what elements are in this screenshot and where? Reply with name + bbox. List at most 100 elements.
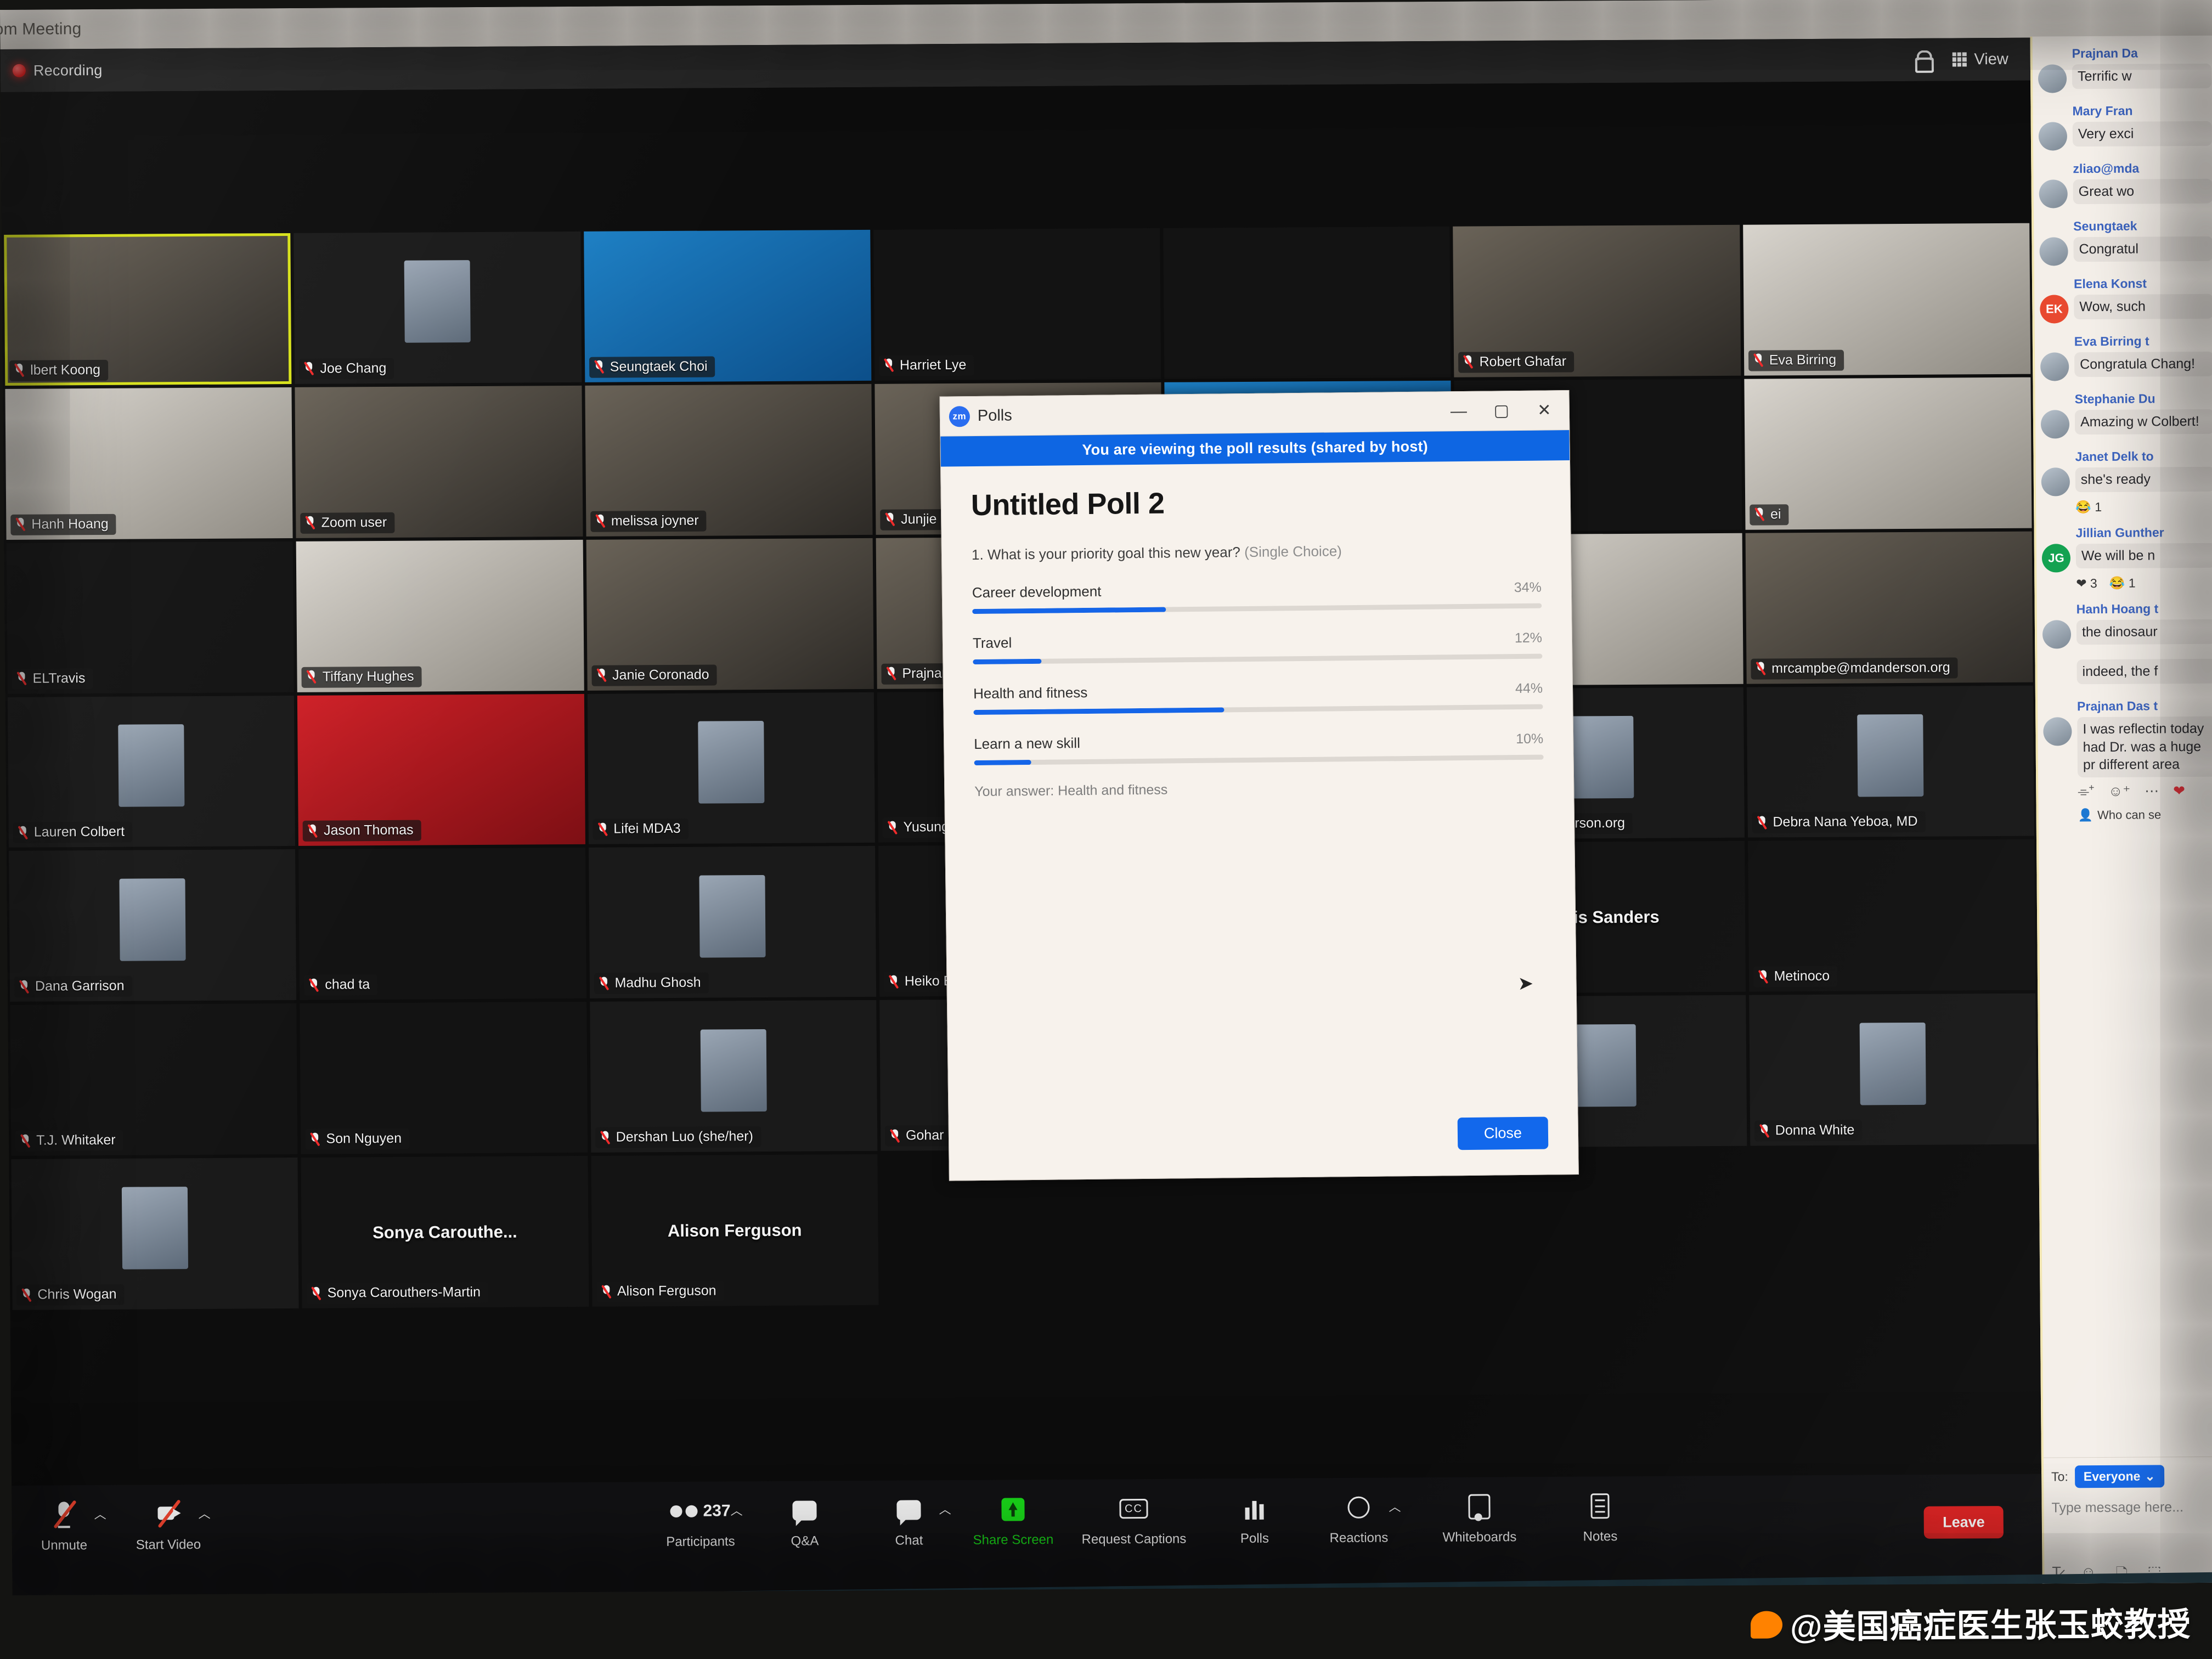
chat-message-list[interactable]: Prajnan Da Terrific w Mary Fran Very exci zl…: [2032, 36, 2212, 1458]
participant-tile[interactable]: Alison Ferguson Alison Ferguson: [591, 1154, 879, 1307]
start-video-button[interactable]: Start Video ︿: [116, 1485, 221, 1553]
chat-button[interactable]: Chat ︿: [856, 1480, 961, 1549]
chat-panel[interactable]: Prajnan Da Terrific w Mary Fran Very exci zl…: [2030, 35, 2212, 1595]
participant-tile[interactable]: Dana Garrison: [9, 849, 297, 1002]
participant-tile[interactable]: Robert Ghafar: [1453, 224, 1741, 377]
reactions-button[interactable]: Reactions ︿: [1306, 1477, 1411, 1546]
participant-tile[interactable]: melissa joyner: [584, 383, 873, 537]
participant-tile[interactable]: Joe Chang: [294, 231, 582, 384]
participants-caret-icon[interactable]: ︿: [730, 1501, 742, 1519]
avatar: [1857, 714, 1924, 797]
participant-tile[interactable]: Dershan Luo (she/her): [589, 1000, 878, 1153]
chat-message[interactable]: Janet Delk to she's ready 😂 1: [2041, 449, 2212, 515]
mic-muted-icon: [889, 1128, 900, 1143]
close-icon[interactable]: ✕: [1522, 394, 1566, 427]
participants-button[interactable]: 237 Participants ︿: [648, 1481, 753, 1550]
participant-tile[interactable]: [1163, 226, 1451, 379]
reactions-caret-icon[interactable]: ︿: [1389, 1497, 1401, 1515]
request-captions-button[interactable]: CC Request Captions: [1065, 1479, 1203, 1547]
polls-dialog[interactable]: zm Polls — ▢ ✕ You are viewing the poll …: [939, 390, 1579, 1181]
participant-tile[interactable]: Jason Thomas: [297, 693, 585, 847]
participant-tile[interactable]: Sonya Carouthe... Sonya Carouthers-Martin: [301, 1156, 589, 1308]
video-options-caret-icon[interactable]: ︿: [198, 1504, 210, 1522]
participant-name: lbert Koong: [30, 362, 101, 378]
polls-button[interactable]: Polls: [1202, 1478, 1307, 1547]
participant-tile[interactable]: Debra Nana Yeboa, MD: [1746, 685, 2034, 838]
chat-message[interactable]: Jillian Gunther JG We will be n ❤ 3 😂 1: [2041, 525, 2212, 591]
chat-message-sender: Stephanie Du: [2074, 391, 2155, 407]
chat-message[interactable]: Stephanie Du Amazing w Colbert!: [2040, 391, 2212, 439]
avatar: [2038, 122, 2068, 151]
participant-name: Janie Coronado: [612, 667, 709, 683]
chat-message-tools[interactable]: ⌯⁺ ☺⁺ ⋯ ❤: [2078, 782, 2212, 800]
reaction-badge[interactable]: ❤ 3: [2076, 576, 2097, 591]
heart-reaction-icon[interactable]: ❤: [2173, 782, 2185, 799]
share-screen-label: Share Screen: [973, 1532, 1054, 1548]
participant-tile[interactable]: Eva Birring: [1742, 223, 2031, 376]
audio-options-caret-icon[interactable]: ︿: [94, 1505, 106, 1522]
chat-message[interactable]: Elena Konst EK Wow, such: [2040, 276, 2212, 324]
participant-namebar: Son Nguyen: [305, 1128, 410, 1150]
weibo-watermark: @美国癌症医生张玉蛟教授: [1751, 1598, 2191, 1649]
participant-tile[interactable]: Son Nguyen: [300, 1002, 588, 1155]
leave-button[interactable]: Leave: [1923, 1506, 2004, 1539]
chat-message[interactable]: Hanh Hoang t the dinosaur: [2042, 601, 2212, 649]
participant-tile[interactable]: mrcampbe@mdanderson.org: [1745, 531, 2033, 684]
qa-button[interactable]: Q&A: [752, 1481, 857, 1549]
chat-message[interactable]: zliao@mda Great wo: [2039, 161, 2212, 208]
chat-message-reactions[interactable]: 😂 1: [2075, 499, 2212, 515]
poll-close-button[interactable]: Close: [1457, 1116, 1549, 1150]
share-screen-button[interactable]: Share Screen: [961, 1480, 1065, 1548]
chat-message-text: We will be n: [2075, 543, 2212, 568]
participant-name: Donna White: [1775, 1122, 1855, 1138]
chat-message-reactions[interactable]: ❤ 3 😂 1: [2076, 575, 2212, 591]
participant-tile[interactable]: Janie Coronado: [586, 538, 874, 691]
participant-tile[interactable]: Madhu Ghosh: [588, 846, 877, 999]
chat-message-text: Amazing w Colbert!: [2074, 409, 2212, 435]
participant-tile[interactable]: chad ta: [298, 848, 586, 1001]
participant-tile[interactable]: Zoom user: [295, 385, 583, 538]
participant-tile[interactable]: Metinoco: [1747, 839, 2036, 992]
maximize-icon[interactable]: ▢: [1480, 394, 1523, 427]
mic-muted-icon: [1759, 1124, 1770, 1138]
chat-message-sender: Elena Konst: [2073, 276, 2147, 291]
participant-tile[interactable]: Harriet Lye: [873, 228, 1161, 381]
reply-icon[interactable]: ⌯⁺: [2078, 783, 2094, 800]
participant-tile[interactable]: Chris Wogan: [11, 1158, 299, 1310]
chat-message[interactable]: Mary Fran Very exci: [2038, 103, 2212, 151]
unmute-button[interactable]: Unmute ︿: [12, 1485, 116, 1554]
participant-tile[interactable]: T.J. Whitaker: [10, 1003, 298, 1156]
participant-tile[interactable]: ELTravis: [6, 541, 295, 694]
participant-namebar: ei: [1749, 504, 1789, 526]
participant-tile[interactable]: Tiffany Hughes: [296, 539, 584, 692]
chat-message[interactable]: Eva Birring t Congratula Chang!: [2040, 334, 2212, 381]
participant-tile[interactable]: Seungtaek Choi: [583, 229, 872, 382]
participant-tile[interactable]: ei: [1744, 377, 2032, 530]
chat-recipient-dropdown[interactable]: Everyone ⌄: [2074, 1465, 2164, 1488]
add-reaction-icon[interactable]: ☺⁺: [2108, 783, 2131, 800]
monitor-screen: Zoom Meeting Recording View ◀ ▶ 1/5 1/5 …: [0, 0, 2212, 1595]
screen-photograph: Zoom Meeting Recording View ◀ ▶ 1/5 1/5 …: [0, 0, 2212, 1659]
view-button[interactable]: View: [1952, 50, 2008, 69]
more-options-icon[interactable]: ⋯: [2145, 782, 2159, 799]
chat-message[interactable]: Prajnan Das t I was reflectin today had D…: [2043, 698, 2212, 822]
chat-message-sender: Hanh Hoang t: [2076, 601, 2159, 617]
participant-tile[interactable]: Hanh Hoang: [5, 387, 293, 540]
chat-message[interactable]: Seungtaek Congratul: [2039, 218, 2212, 266]
participant-tile[interactable]: lbert Koong: [4, 233, 292, 386]
reaction-badge[interactable]: 😂 1: [2109, 576, 2136, 591]
chat-message[interactable]: indeed, the f: [2042, 658, 2212, 689]
chat-input-placeholder[interactable]: Type message here...: [2051, 1499, 2212, 1516]
minimize-icon[interactable]: —: [1437, 394, 1480, 428]
chat-caret-icon[interactable]: ︿: [939, 1500, 951, 1517]
participant-tile[interactable]: Donna White: [1748, 993, 2037, 1146]
participant-name: Debra Nana Yeboa, MD: [1773, 814, 1918, 830]
notes-button[interactable]: Notes: [1548, 1476, 1652, 1545]
reaction-badge[interactable]: 😂 1: [2075, 500, 2102, 515]
who-can-see-notice[interactable]: 👤 Who can se: [2078, 807, 2212, 822]
encryption-shield-icon[interactable]: [1914, 50, 1930, 69]
participant-tile[interactable]: Lauren Colbert: [7, 695, 296, 848]
participant-tile[interactable]: Lifei MDA3: [587, 692, 875, 845]
whiteboards-button[interactable]: Whiteboards: [1410, 1477, 1548, 1545]
chat-message[interactable]: Prajnan Da Terrific w: [2038, 46, 2212, 93]
